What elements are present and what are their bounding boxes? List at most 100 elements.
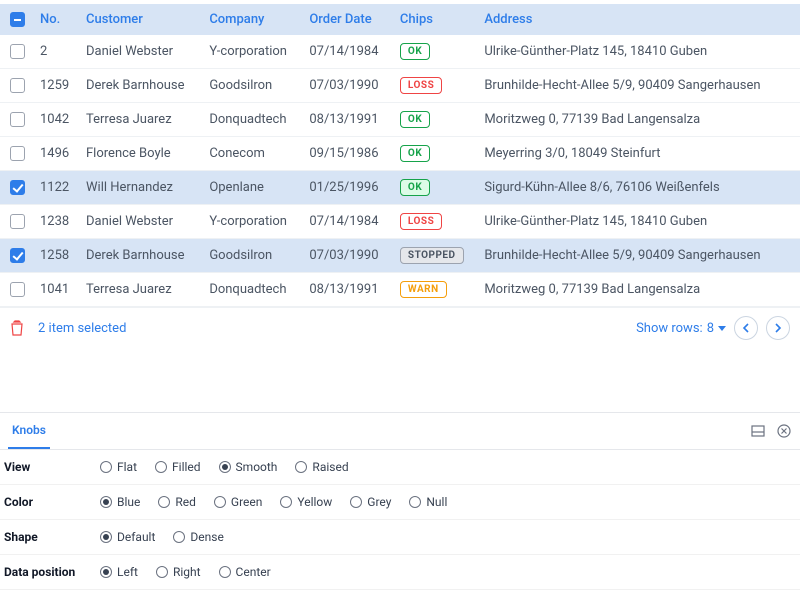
status-chip: OK <box>400 43 430 60</box>
radio-option[interactable]: Smooth <box>219 460 278 474</box>
cell-address: Ulrike-Günther-Platz 145, 18410 Guben <box>478 35 800 69</box>
cell-no: 1258 <box>34 239 80 273</box>
delete-icon[interactable] <box>10 320 24 336</box>
panel-position-icon[interactable] <box>750 423 766 439</box>
table-footer: 2 item selected Show rows: 8 <box>0 307 800 348</box>
radio-option[interactable]: Dense <box>173 530 223 544</box>
table-row[interactable]: 1496Florence BoyleConecom09/15/1986OKMey… <box>0 137 800 171</box>
prev-page-button[interactable] <box>734 316 758 340</box>
cell-customer: Will Hernandez <box>80 171 203 205</box>
selection-count: 2 item selected <box>38 321 126 336</box>
radio-option[interactable]: Yellow <box>280 495 332 509</box>
select-all-checkbox[interactable] <box>10 12 25 27</box>
radio-option[interactable]: Red <box>158 495 196 509</box>
row-checkbox[interactable] <box>10 44 25 59</box>
cell-company: Donquadtech <box>203 103 303 137</box>
radio-dot-icon <box>100 566 112 578</box>
row-checkbox[interactable] <box>10 112 25 127</box>
cell-company: Donquadtech <box>203 273 303 307</box>
col-address[interactable]: Address <box>478 4 800 35</box>
cell-company: Conecom <box>203 137 303 171</box>
radio-dot-icon <box>155 461 167 473</box>
cell-address: Brunhilde-Hecht-Allee 5/9, 90409 Sangerh… <box>478 239 800 273</box>
cell-customer: Florence Boyle <box>80 137 203 171</box>
status-chip: OK <box>400 111 430 128</box>
col-chips[interactable]: Chips <box>394 4 478 35</box>
radio-dot-icon <box>156 566 168 578</box>
cell-customer: Terresa Juarez <box>80 273 203 307</box>
col-company[interactable]: Company <box>203 4 303 35</box>
knob-row: ViewFlat Filled Smooth Raised <box>0 450 800 485</box>
cell-no: 2 <box>34 35 80 69</box>
col-no[interactable]: No. <box>34 4 80 35</box>
row-checkbox[interactable] <box>10 180 25 195</box>
cell-address: Moritzweg 0, 77139 Bad Langensalza <box>478 273 800 307</box>
knob-row: ShapeDefault Dense <box>0 520 800 555</box>
row-checkbox[interactable] <box>10 282 25 297</box>
knobs-panel: Knobs ViewFlat Filled Smooth Raised ColorBlu… <box>0 412 800 590</box>
radio-option[interactable]: Center <box>219 565 271 579</box>
close-panel-icon[interactable] <box>776 423 792 439</box>
cell-date: 01/25/1996 <box>303 171 394 205</box>
radio-dot-icon <box>100 461 112 473</box>
radio-option[interactable]: Raised <box>295 460 348 474</box>
radio-option[interactable]: Default <box>100 530 155 544</box>
radio-option[interactable]: Null <box>409 495 447 509</box>
col-order-date[interactable]: Order Date <box>303 4 394 35</box>
radio-option[interactable]: Green <box>214 495 262 509</box>
cell-no: 1122 <box>34 171 80 205</box>
radio-dot-icon <box>100 496 112 508</box>
cell-date: 08/13/1991 <box>303 273 394 307</box>
orders-table: No. Customer Company Order Date Chips Ad… <box>0 4 800 307</box>
cell-address: Moritzweg 0, 77139 Bad Langensalza <box>478 103 800 137</box>
radio-dot-icon <box>295 461 307 473</box>
radio-option[interactable]: Filled <box>155 460 201 474</box>
radio-option[interactable]: Right <box>156 565 201 579</box>
cell-customer: Derek Barnhouse <box>80 69 203 103</box>
row-checkbox[interactable] <box>10 248 25 263</box>
table-row[interactable]: 1042Terresa JuarezDonquadtech08/13/1991O… <box>0 103 800 137</box>
cell-date: 07/03/1990 <box>303 69 394 103</box>
cell-address: Brunhilde-Hecht-Allee 5/9, 90409 Sangerh… <box>478 69 800 103</box>
radio-dot-icon <box>280 496 292 508</box>
radio-option[interactable]: Flat <box>100 460 137 474</box>
table-row[interactable]: 2Daniel WebsterY-corporation07/14/1984OK… <box>0 35 800 69</box>
row-checkbox[interactable] <box>10 214 25 229</box>
show-rows-dropdown[interactable]: Show rows: 8 <box>636 321 726 336</box>
table-row[interactable]: 1258Derek BarnhouseGoodsilron07/03/1990S… <box>0 239 800 273</box>
radio-option[interactable]: Left <box>100 565 138 579</box>
row-checkbox[interactable] <box>10 146 25 161</box>
radio-dot-icon <box>100 531 112 543</box>
table-header-row: No. Customer Company Order Date Chips Ad… <box>0 4 800 35</box>
knob-label: Color <box>4 495 100 509</box>
knob-row: Data positionLeft Right Center <box>0 555 800 590</box>
knob-row: ColorBlue Red Green Yellow Grey Null <box>0 485 800 520</box>
tab-knobs[interactable]: Knobs <box>8 413 50 449</box>
cell-date: 08/13/1991 <box>303 103 394 137</box>
table-row[interactable]: 1122Will HernandezOpenlane01/25/1996OKSi… <box>0 171 800 205</box>
table-row[interactable]: 1238Daniel WebsterY-corporation07/14/198… <box>0 205 800 239</box>
pagination: Show rows: 8 <box>636 316 790 340</box>
cell-no: 1041 <box>34 273 80 307</box>
cell-address: Ulrike-Günther-Platz 145, 18410 Guben <box>478 205 800 239</box>
cell-customer: Derek Barnhouse <box>80 239 203 273</box>
cell-address: Meyerring 3/0, 18049 Steinfurt <box>478 137 800 171</box>
cell-company: Openlane <box>203 171 303 205</box>
row-checkbox[interactable] <box>10 78 25 93</box>
next-page-button[interactable] <box>766 316 790 340</box>
cell-company: Goodsilron <box>203 69 303 103</box>
knob-label: Shape <box>4 530 100 544</box>
knob-label: Data position <box>4 565 100 579</box>
radio-option[interactable]: Grey <box>350 495 391 509</box>
col-customer[interactable]: Customer <box>80 4 203 35</box>
cell-date: 07/03/1990 <box>303 239 394 273</box>
table-row[interactable]: 1041Terresa JuarezDonquadtech08/13/1991W… <box>0 273 800 307</box>
radio-option[interactable]: Blue <box>100 495 140 509</box>
table-row[interactable]: 1259Derek BarnhouseGoodsilron07/03/1990L… <box>0 69 800 103</box>
cell-date: 07/14/1984 <box>303 205 394 239</box>
cell-customer: Terresa Juarez <box>80 103 203 137</box>
knob-label: View <box>4 460 100 474</box>
cell-customer: Daniel Webster <box>80 205 203 239</box>
cell-no: 1496 <box>34 137 80 171</box>
cell-company: Y-corporation <box>203 205 303 239</box>
